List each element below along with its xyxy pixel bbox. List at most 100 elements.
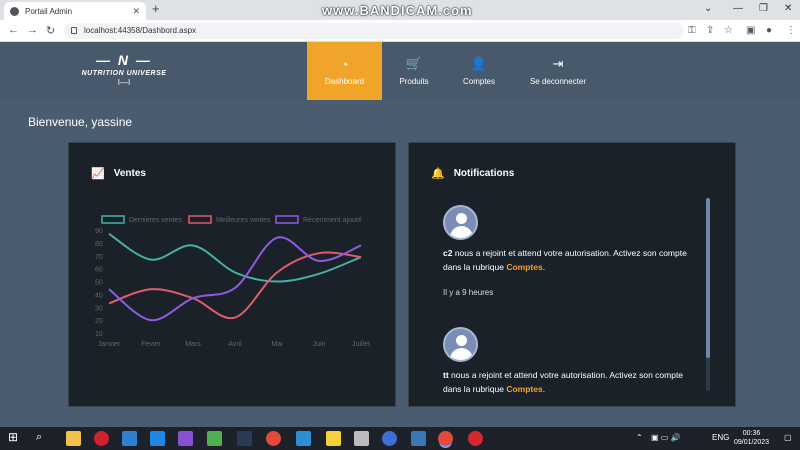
menu-icon[interactable]: ⋮ (786, 25, 796, 36)
nav-dashboard[interactable]: ◔ Dashboard (307, 42, 382, 100)
visual-studio-icon[interactable] (178, 431, 193, 446)
notification-message: nous a rejoint et attend votre autorisat… (443, 248, 687, 272)
sticky-notes-icon[interactable] (326, 431, 341, 446)
nav-produits[interactable]: 🛒 Produits (382, 42, 446, 100)
close-window-icon[interactable]: ✕ (784, 3, 792, 14)
notification-end: . (542, 262, 546, 272)
series-line (108, 236, 362, 322)
python-icon[interactable] (411, 431, 426, 446)
clock[interactable]: 00:36 09/01/2023 (734, 429, 769, 447)
y-tick-label: 30 (95, 305, 103, 312)
language-indicator[interactable]: ENG (712, 433, 729, 442)
nav-comptes[interactable]: 👤 Comptes (446, 42, 512, 100)
notification-center-icon[interactable]: ▢ (784, 433, 792, 442)
chrome-icon[interactable] (266, 431, 281, 446)
browser-tab[interactable]: Portail Admin ✕ (4, 2, 146, 20)
bookmark-star-icon[interactable]: ☆ (724, 25, 733, 36)
y-tick-label: 90 (95, 228, 103, 235)
windows-taskbar: ⊞ ⌕ ⌃ ▣ ▭ 🔊 ENG 00:36 09/01/2023 ▢ (0, 427, 800, 450)
tray-icons[interactable]: ▣ ▭ 🔊 (651, 433, 681, 442)
tab-title: Portail Admin (25, 6, 73, 16)
y-tick-label: 80 (95, 241, 103, 248)
y-tick-label: 40 (95, 292, 103, 299)
brand-mark: — N — (96, 52, 152, 68)
app-icon-5[interactable] (382, 431, 397, 446)
legend-label: Meilleures ventes (216, 217, 271, 224)
key-icon[interactable]: ⚿ (688, 25, 696, 36)
minimize-icon[interactable]: — (733, 3, 743, 14)
url-input[interactable]: localhost:44358/Dashbord.aspx (64, 23, 684, 39)
dashboard-gauge-icon: ◔ (340, 56, 349, 72)
nav-logout[interactable]: ⇥ Se deconnecter (512, 42, 604, 100)
x-tick-label: Mai (271, 341, 283, 348)
windows-start-icon[interactable]: ⊞ (8, 430, 23, 445)
scrollbar-thumb[interactable] (706, 198, 710, 358)
chrome-active-icon[interactable] (438, 431, 453, 446)
x-tick-label: Avril (228, 341, 242, 348)
close-tab-icon[interactable]: ✕ (132, 6, 140, 17)
new-tab-button[interactable]: + (152, 1, 160, 16)
y-tick-label: 70 (95, 254, 103, 261)
legend-swatch (188, 215, 212, 224)
browser-tabbar: Portail Admin ✕ + www.BANDICAM.com ⌄ — ❐… (0, 0, 800, 20)
url-text: localhost:44358/Dashbord.aspx (84, 26, 197, 35)
nav-produits-label: Produits (399, 77, 429, 86)
legend-label: Récemment ajouté (303, 217, 362, 224)
notifications-card-title: 🔔 Notifications (431, 167, 514, 180)
series-line (108, 233, 362, 283)
y-tick-label: 60 (95, 267, 103, 274)
share-icon[interactable]: ⇪ (706, 25, 714, 36)
comptes-link[interactable]: Comptes (506, 384, 542, 394)
brand-name: NUTRITION UNIVERSE (81, 70, 167, 77)
y-tick-label: 50 (95, 280, 103, 287)
legend-swatch (275, 215, 299, 224)
sales-card: 📈 Ventes 10 20 30 40 50 60 70 80 90 Janvier Fevier… (68, 142, 396, 407)
globe-icon (10, 6, 19, 16)
restore-icon[interactable]: ❐ (759, 3, 768, 14)
nav-logout-label: Se deconnecter (529, 77, 587, 86)
series-line (108, 251, 362, 320)
vscode-icon[interactable] (150, 431, 165, 446)
search-icon[interactable]: ⌕ (36, 431, 51, 446)
x-tick-label: Mars (185, 341, 201, 348)
legend-swatch (101, 215, 125, 224)
mail-icon[interactable] (122, 431, 137, 446)
forward-icon[interactable]: → (27, 24, 38, 36)
tab-search-icon[interactable]: ⌄ (704, 3, 712, 14)
app-icon-4[interactable] (354, 431, 369, 446)
sidebar-icon[interactable]: ▣ (746, 25, 755, 36)
notifications-title-text: Notifications (453, 168, 515, 179)
app-icon[interactable] (207, 431, 222, 446)
avatar (443, 205, 478, 240)
sales-chart: 10 20 30 40 50 60 70 80 90 Janvier Fevier Mars Avril… (95, 215, 370, 348)
notification-item[interactable]: c2 nous a rejoint et attend votre autori… (443, 205, 688, 297)
brand-logo[interactable]: — N — NUTRITION UNIVERSE I—I (74, 52, 174, 87)
notification-time: Il y a 9 heures (443, 288, 494, 297)
user-icon: 👤 (470, 56, 488, 71)
opera-icon[interactable] (94, 431, 109, 446)
notification-item[interactable]: tt nous a rejoint et attend votre autori… (443, 327, 688, 396)
cart-icon: 🛒 (405, 56, 423, 71)
tray-up-icon[interactable]: ⌃ (636, 433, 643, 442)
record-icon[interactable] (468, 431, 483, 446)
notifications-card: 🔔 Notifications c2 nous a rejoint et att… (408, 142, 736, 407)
file-explorer-icon[interactable] (66, 431, 81, 446)
app-icon-2[interactable] (237, 431, 252, 446)
back-icon[interactable]: ← (8, 24, 19, 36)
bell-icon: 🔔 (431, 168, 445, 180)
nav-comptes-label: Comptes (462, 77, 495, 86)
dumbbell-icon: I—I (117, 78, 131, 87)
reload-icon[interactable]: ↻ (46, 24, 55, 37)
x-tick-label: Juillet (352, 341, 370, 348)
comptes-link[interactable]: Comptes (506, 262, 542, 272)
watermark: www.BANDICAM.com (322, 3, 473, 18)
x-tick-label: Fevier (141, 341, 161, 348)
y-tick-label: 20 (95, 318, 103, 325)
app-header: — N — NUTRITION UNIVERSE I—I ◔ Dashboard… (0, 42, 800, 100)
scrollbar[interactable] (706, 198, 710, 391)
app-icon-3[interactable] (296, 431, 311, 446)
profile-icon[interactable]: ● (766, 25, 772, 36)
y-tick-label: 10 (95, 331, 103, 338)
legend-label: Dernieres ventes (129, 217, 182, 224)
lock-icon (71, 27, 77, 34)
